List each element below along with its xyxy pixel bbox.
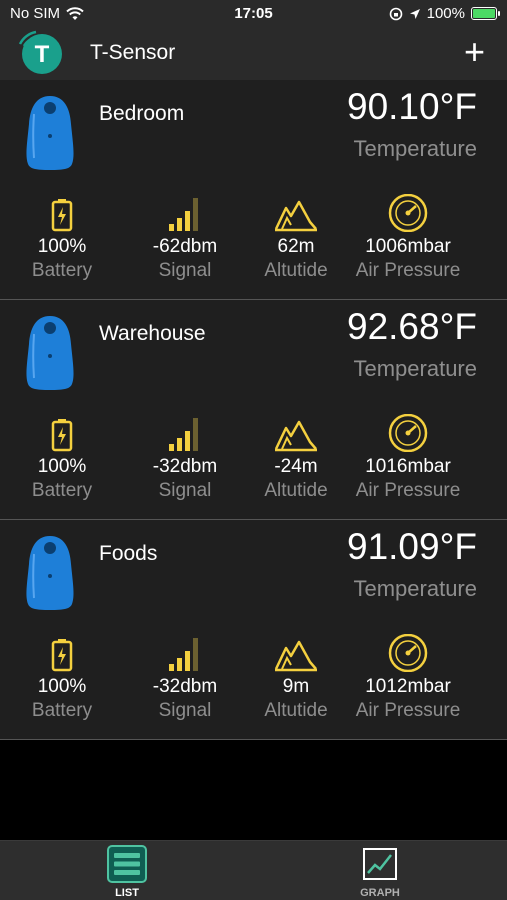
altitude-label: Altutide [264,700,328,721]
battery-metric: 100% Battery [0,412,127,502]
battery-icon [51,419,73,452]
pressure-value: 1012mbar [365,676,451,697]
tab-list-label: LIST [115,887,139,899]
altitude-metric: 9m Altutide [231,632,361,722]
battery-percent: 100% [426,5,465,22]
sensor-card[interactable]: Warehouse 92.68°F Temperature 100% Batte… [0,300,507,520]
battery-value: 100% [37,456,87,477]
tab-graph-label: GRAPH [360,887,400,899]
battery-icon [51,639,73,672]
app-logo: T [18,30,62,74]
sensor-name: Foods [99,542,158,565]
pressure-label: Air Pressure [355,480,461,501]
mountain-icon [274,420,317,452]
tab-bar: LIST GRAPH [0,840,507,900]
graph-icon [363,848,397,880]
nav-bar: T T-Sensor + [0,28,507,80]
temperature-value: 92.68°F [347,306,477,347]
sensor-device-icon [26,96,74,170]
altitude-metric: 62m Altutide [231,192,361,282]
pressure-value: 1016mbar [365,456,451,477]
temperature-label: Temperature [353,576,477,601]
battery-label: Battery [31,480,93,501]
logo-letter: T [35,41,50,68]
temperature-value: 90.10°F [347,86,477,127]
mountain-icon [274,200,317,232]
sensor-card[interactable]: Foods 91.09°F Temperature 100% Battery -… [0,520,507,740]
temperature-label: Temperature [353,356,477,381]
pressure-label: Air Pressure [355,260,461,281]
location-icon [409,8,420,19]
gauge-icon [388,634,428,672]
altitude-value: -24m [274,456,318,477]
list-icon [107,845,147,883]
temperature-label: Temperature [353,136,477,161]
altitude-value: 9m [282,676,310,697]
battery-value: 100% [37,676,87,697]
app-title: T-Sensor [90,41,176,64]
altitude-label: Altutide [264,480,328,501]
battery-label: Battery [31,260,93,281]
sensor-device-icon [26,536,74,610]
altitude-value: 62m [277,236,315,257]
battery-metric: 100% Battery [0,632,127,722]
signal-icon [169,418,198,451]
pressure-metric: 1012mbar Air Pressure [343,632,473,722]
sensor-name: Warehouse [99,322,206,345]
temperature-value: 91.09°F [347,526,477,567]
add-sensor-button[interactable]: + [464,34,485,70]
pressure-metric: 1006mbar Air Pressure [343,192,473,282]
altitude-metric: -24m Altutide [231,412,361,502]
sensor-list: Bedroom 90.10°F Temperature 100% Battery [0,80,507,740]
signal-icon [169,198,198,231]
battery-metric: 100% Battery [0,192,127,282]
battery-icon [51,199,73,232]
gauge-icon [388,414,428,452]
battery-value: 100% [37,236,87,257]
pressure-value: 1006mbar [365,236,451,257]
battery-label: Battery [31,700,93,721]
sensor-card[interactable]: Bedroom 90.10°F Temperature 100% Battery [0,80,507,300]
status-bar: No SIM 17:05 100% [0,0,507,28]
pressure-metric: 1016mbar Air Pressure [343,412,473,502]
pressure-label: Air Pressure [355,700,461,721]
orientation-lock-icon [389,7,402,20]
battery-status-icon [471,7,500,20]
signal-icon [169,638,198,671]
sensor-device-icon [26,316,74,390]
sensor-name: Bedroom [99,102,185,125]
mountain-icon [274,640,317,672]
gauge-icon [388,194,428,232]
altitude-label: Altutide [264,260,328,281]
tab-graph[interactable]: GRAPH [330,845,430,899]
tab-list[interactable]: LIST [77,845,177,899]
